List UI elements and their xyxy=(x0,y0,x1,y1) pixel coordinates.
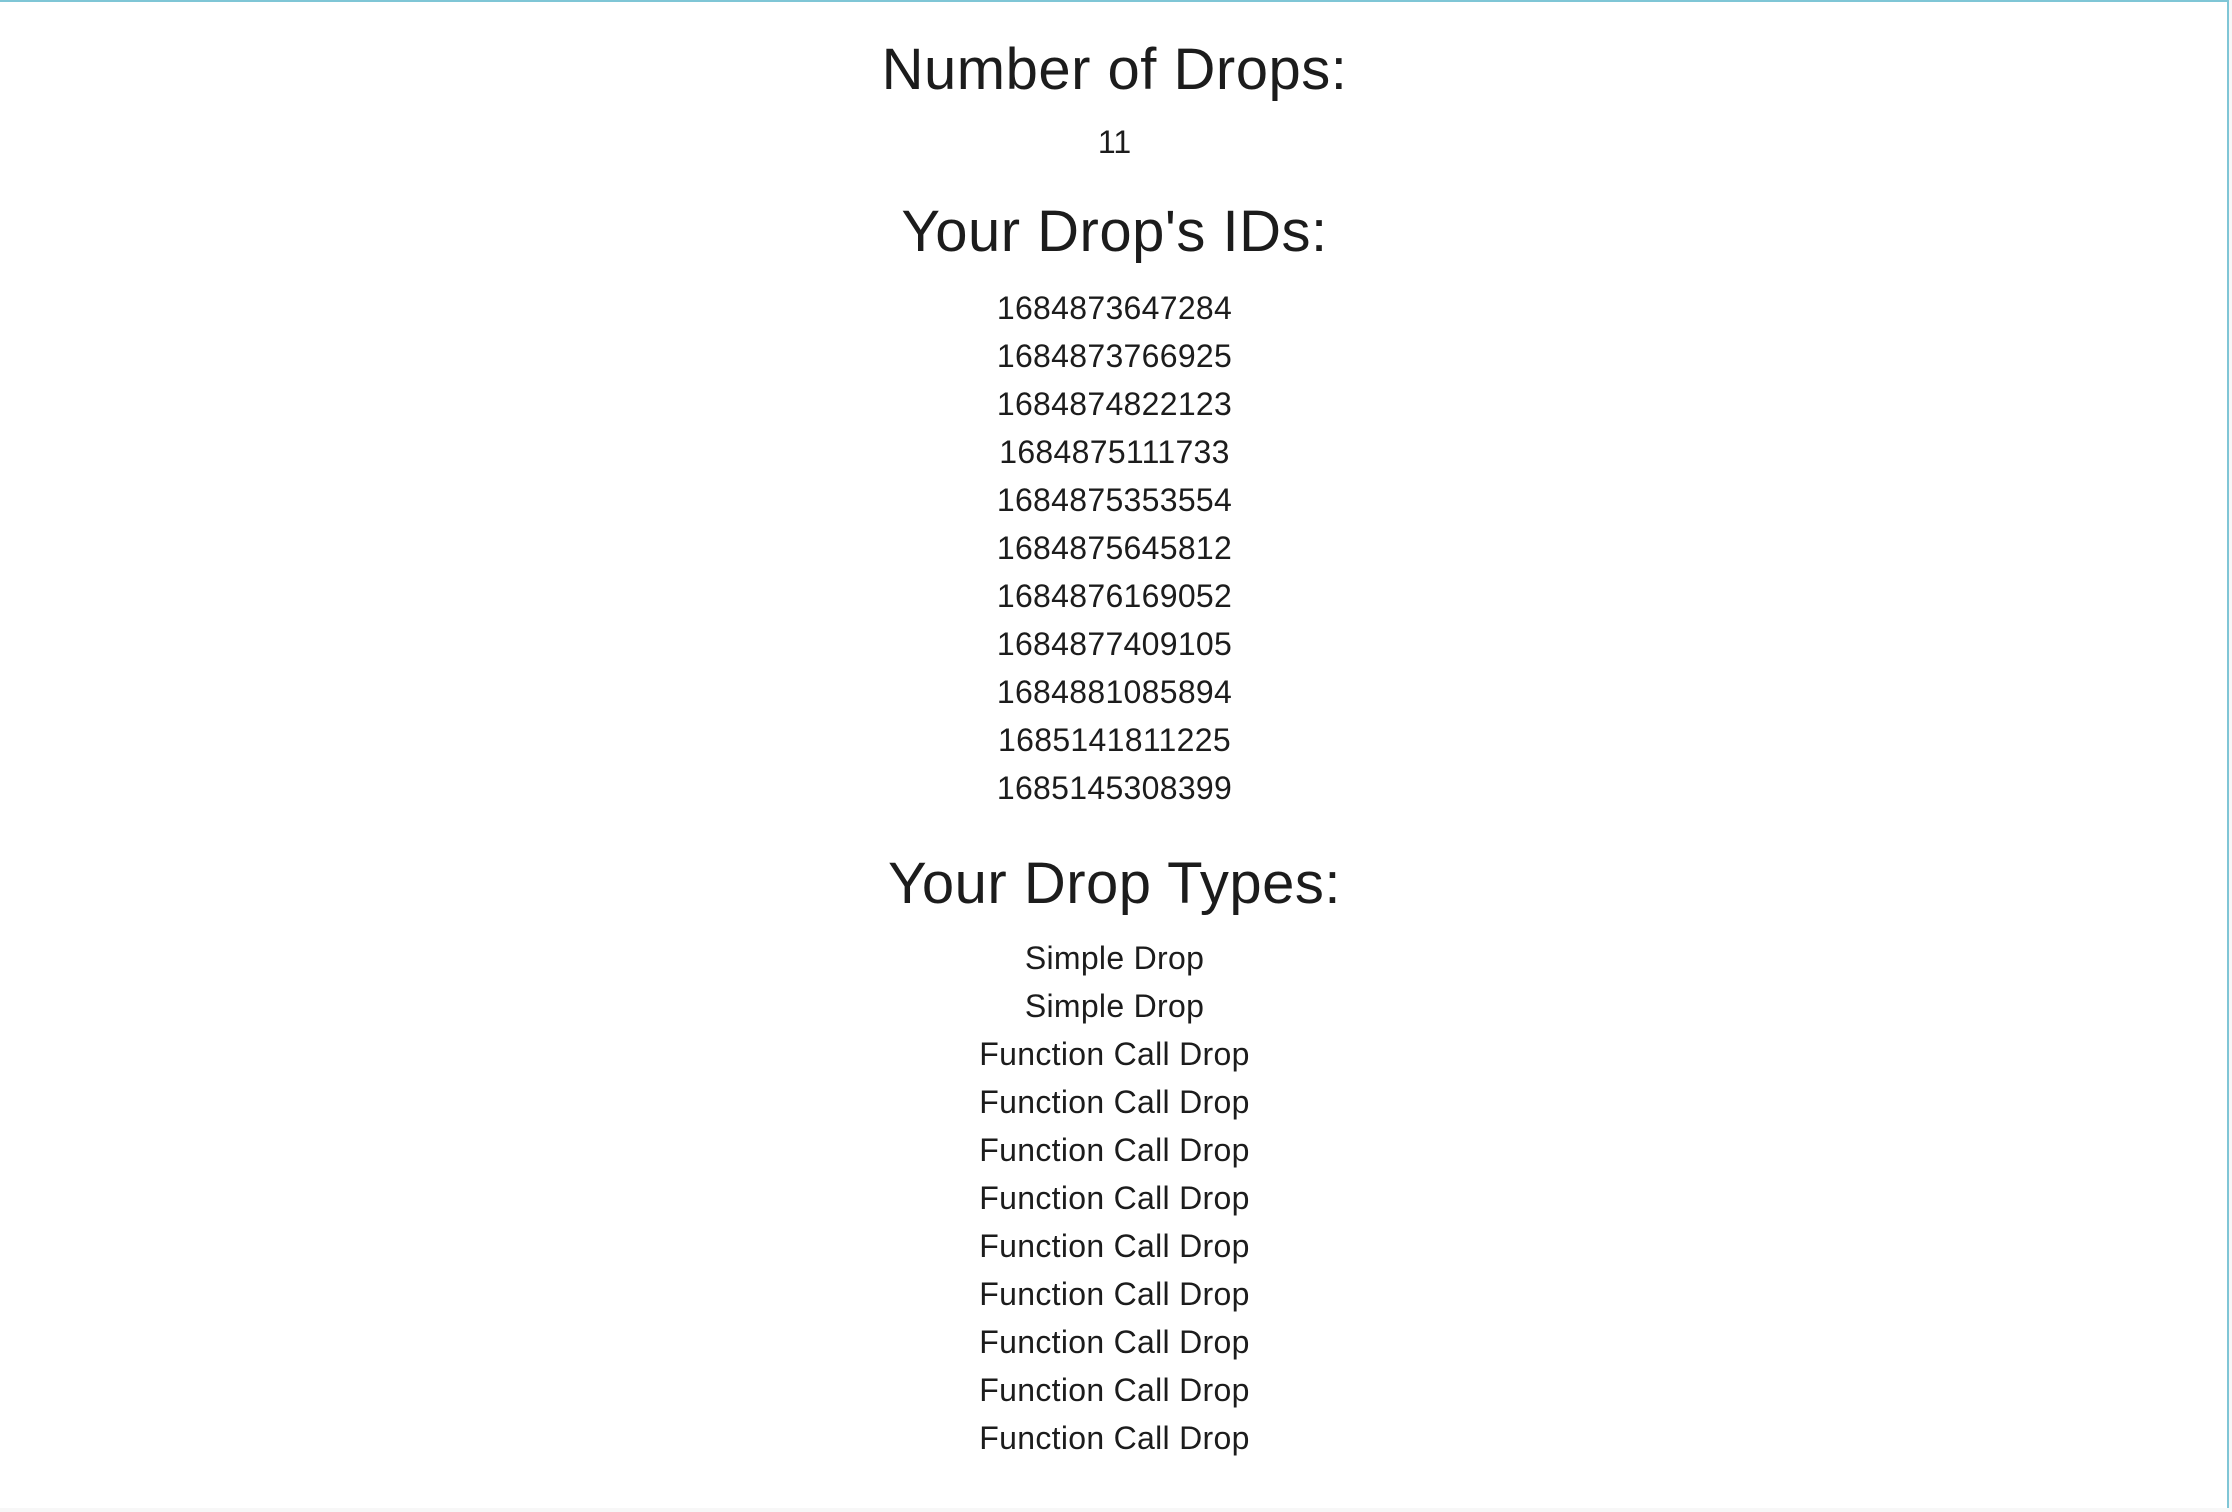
drop-id-item: 1684875353554 xyxy=(996,482,1233,518)
drop-id-item: 1685141811225 xyxy=(998,722,1231,758)
drop-id-item: 1685145308399 xyxy=(996,770,1233,806)
drop-id-item: 1684873766925 xyxy=(996,338,1233,374)
drop-type-item: Function Call Drop xyxy=(979,1324,1250,1360)
drop-type-item: Function Call Drop xyxy=(979,1180,1250,1216)
drop-type-item: Function Call Drop xyxy=(979,1132,1250,1168)
number-of-drops-heading: Number of Drops: xyxy=(881,37,1348,102)
drop-type-item: Function Call Drop xyxy=(979,1228,1250,1264)
drop-count-value: 11 xyxy=(1097,124,1132,160)
drop-id-item: 1684881085894 xyxy=(996,674,1233,710)
drop-id-item: 1684874822123 xyxy=(996,386,1233,422)
drop-type-item: Simple Drop xyxy=(1024,940,1205,976)
page-frame: Number of Drops: 11 Your Drop's IDs: 168… xyxy=(0,0,2229,1508)
drop-type-item: Simple Drop xyxy=(1024,988,1205,1024)
drop-ids-heading: Your Drop's IDs: xyxy=(901,199,1328,264)
drops-summary: Number of Drops: 11 Your Drop's IDs: 168… xyxy=(0,2,2229,1462)
drop-type-item: Function Call Drop xyxy=(979,1036,1250,1072)
drop-types-list: Simple Drop Simple Drop Function Call Drop… xyxy=(0,934,2229,1462)
drop-type-item: Function Call Drop xyxy=(979,1084,1250,1120)
drop-types-heading: Your Drop Types: xyxy=(888,851,1341,916)
drop-type-item: Function Call Drop xyxy=(979,1420,1250,1456)
drop-id-item: 1684877409105 xyxy=(996,626,1233,662)
drop-id-item: 1684875111733 xyxy=(999,434,1230,470)
drop-id-item: 1684875645812 xyxy=(996,530,1233,566)
drop-id-item: 1684873647284 xyxy=(996,290,1233,326)
drop-type-item: Function Call Drop xyxy=(979,1372,1250,1408)
drop-id-item: 1684876169052 xyxy=(996,578,1233,614)
drop-ids-list: 1684873647284 1684873766925 1684874822123 1… xyxy=(0,284,2229,812)
drop-type-item: Function Call Drop xyxy=(979,1276,1250,1312)
